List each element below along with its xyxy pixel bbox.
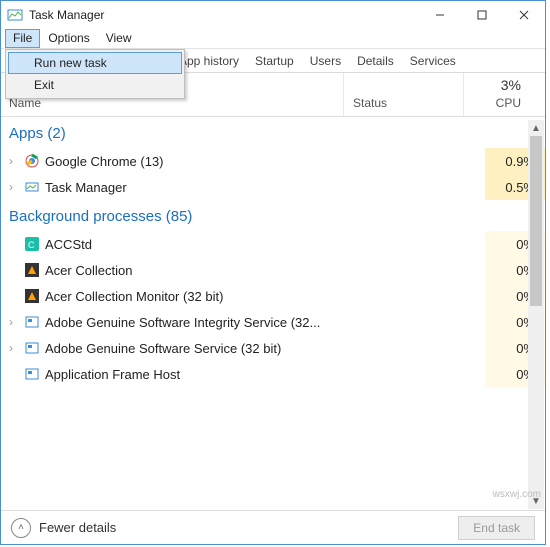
chevron-right-icon[interactable]: › (9, 341, 23, 355)
process-row[interactable]: › Adobe Genuine Software Integrity Servi… (1, 309, 545, 335)
menu-file[interactable]: File (5, 29, 40, 48)
taskmgr-icon (23, 179, 41, 195)
taskmgr-icon (7, 7, 23, 23)
app-frame-icon (23, 366, 41, 382)
process-row[interactable]: C ACCStd 0% (1, 231, 545, 257)
process-name: Task Manager (45, 180, 485, 195)
process-name: Google Chrome (13) (45, 154, 485, 169)
svg-text:C: C (28, 240, 35, 250)
col-status[interactable]: Status (353, 96, 387, 110)
process-row[interactable]: › Google Chrome (13) 0.9% (1, 148, 545, 174)
tab-startup[interactable]: Startup (247, 50, 302, 72)
end-task-button[interactable]: End task (458, 516, 535, 540)
window-title: Task Manager (29, 8, 419, 22)
acer-icon (23, 288, 41, 304)
chevron-right-icon[interactable]: › (9, 315, 23, 329)
adobe-service-icon (23, 314, 41, 330)
process-row[interactable]: Acer Collection 0% (1, 257, 545, 283)
process-row[interactable]: › Task Manager 0.5% (1, 174, 545, 200)
process-name: Application Frame Host (45, 367, 485, 382)
watermark: wsxwj.com (493, 489, 541, 500)
scrollbar[interactable]: ▲ ▼ (528, 120, 544, 509)
scrollbar-thumb[interactable] (530, 136, 542, 306)
scroll-up-icon[interactable]: ▲ (528, 120, 544, 136)
group-background: Background processes (85) (1, 200, 545, 231)
group-apps: Apps (2) (1, 117, 545, 148)
tab-users[interactable]: Users (302, 50, 349, 72)
process-name: Acer Collection (45, 263, 485, 278)
menubar: File Options View (1, 29, 545, 49)
process-list: Apps (2) › Google Chrome (13) 0.9% › Tas… (1, 117, 545, 487)
cpu-percentage: 3% (501, 77, 521, 93)
file-dropdown: Run new task Exit (5, 49, 185, 99)
menu-view[interactable]: View (98, 29, 140, 48)
process-name: ACCStd (45, 237, 485, 252)
tab-details[interactable]: Details (349, 50, 402, 72)
process-name: Acer Collection Monitor (32 bit) (45, 289, 485, 304)
accstd-icon: C (23, 236, 41, 252)
maximize-button[interactable] (461, 1, 503, 29)
chevron-up-icon: ˄ (11, 518, 31, 538)
fewer-details-button[interactable]: ˄ Fewer details (11, 518, 116, 538)
chevron-right-icon[interactable]: › (9, 154, 23, 168)
footer: ˄ Fewer details End task (1, 510, 545, 544)
chrome-icon (23, 153, 41, 169)
tab-services[interactable]: Services (402, 50, 464, 72)
minimize-button[interactable] (419, 1, 461, 29)
chevron-right-icon[interactable]: › (9, 180, 23, 194)
process-row[interactable]: Application Frame Host 0% (1, 361, 545, 387)
titlebar[interactable]: Task Manager (1, 1, 545, 29)
acer-icon (23, 262, 41, 278)
process-name: Adobe Genuine Software Integrity Service… (45, 315, 485, 330)
menu-exit[interactable]: Exit (8, 74, 182, 96)
col-cpu[interactable]: CPU (496, 96, 521, 110)
menu-run-new-task[interactable]: Run new task (8, 52, 182, 74)
adobe-service-icon (23, 340, 41, 356)
process-row[interactable]: › Adobe Genuine Software Service (32 bit… (1, 335, 545, 361)
close-button[interactable] (503, 1, 545, 29)
process-row[interactable]: Acer Collection Monitor (32 bit) 0% (1, 283, 545, 309)
process-name: Adobe Genuine Software Service (32 bit) (45, 341, 485, 356)
task-manager-window: Task Manager File Options View App histo… (0, 0, 546, 545)
menu-options[interactable]: Options (40, 29, 97, 48)
